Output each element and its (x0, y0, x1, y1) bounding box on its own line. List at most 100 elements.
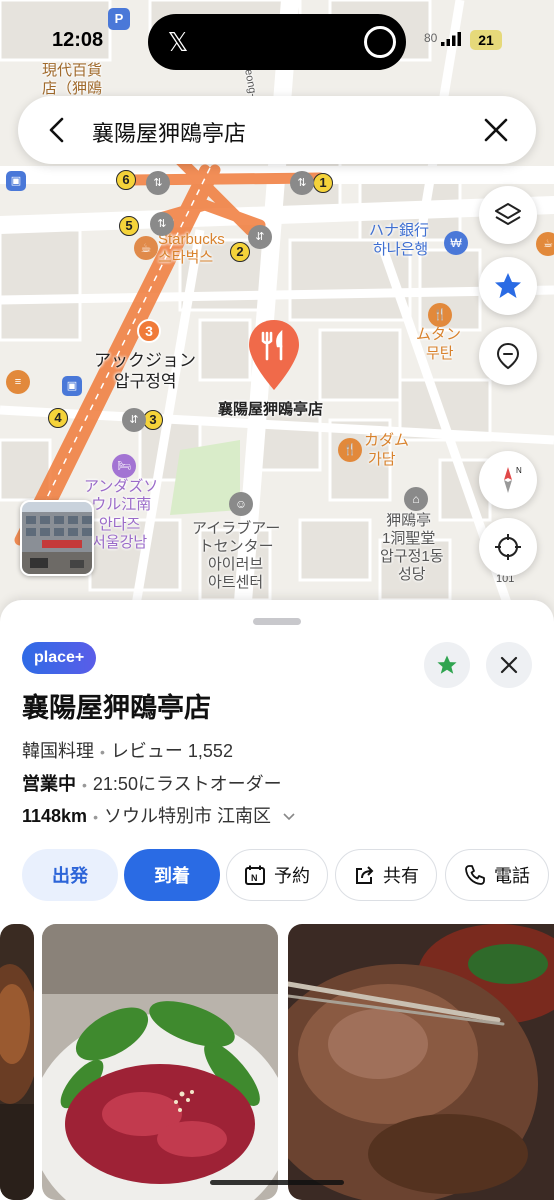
share-button[interactable]: 共有 (335, 849, 437, 901)
map-label-starbucks-ko[interactable]: 스타벅스 (158, 249, 213, 267)
phone-icon (465, 865, 485, 885)
map-view[interactable]: 現代百貨 店（狎鴎 Starbucks 스타벅스 ハナ銀行 하나은행 アックジョ… (0, 0, 554, 640)
place-category: 韓国料理 (22, 741, 94, 761)
elevator-icon: ⇵ (122, 408, 146, 432)
my-location-button[interactable] (479, 518, 537, 576)
depart-button[interactable]: 出発 (22, 849, 118, 901)
church-icon[interactable]: ⌂ (404, 487, 428, 511)
separator-dot: • (100, 744, 105, 760)
place-plus-badge[interactable]: place+ (22, 642, 97, 674)
theater-icon[interactable]: ☺ (229, 492, 253, 516)
food-photo-image (0, 924, 34, 1200)
subway-exit-marker[interactable]: 6 (116, 170, 136, 190)
food-photo-image (288, 924, 554, 1200)
battery-indicator: 21 (470, 30, 502, 50)
x-logo-icon: 𝕏 (167, 27, 189, 57)
street-view-thumbnail[interactable] (20, 500, 94, 576)
activity-ring-icon (364, 26, 396, 58)
close-icon (500, 656, 518, 674)
parking-icon[interactable]: P (108, 8, 130, 30)
address: ソウル特別市 江南区 (103, 806, 271, 826)
subway-line-marker[interactable]: 3 (137, 319, 161, 343)
escalator-icon: ⇅ (146, 171, 170, 195)
category-review-line: 韓国料理 • レビュー 1,552 (22, 737, 233, 763)
map-label-kadamu-ko[interactable]: 가담 (368, 451, 396, 469)
layers-button[interactable] (479, 186, 537, 244)
separator-dot: • (82, 777, 87, 793)
last-order-time: 21:50にラストオーダー (92, 774, 282, 794)
chevron-down-icon[interactable] (282, 812, 296, 822)
dynamic-island[interactable]: 𝕏 (148, 14, 406, 70)
place-photo[interactable] (42, 924, 278, 1200)
clear-search-icon[interactable] (480, 114, 512, 146)
star-icon (495, 273, 521, 298)
map-label-pin-name[interactable]: 襄陽屋狎鴎亭店 (218, 401, 323, 419)
sheet-grabber[interactable] (253, 618, 301, 625)
subway-exit-marker[interactable]: 1 (313, 173, 333, 193)
signal-text: 80 (424, 31, 438, 45)
map-label-station-ko[interactable]: 압구정역 (114, 373, 177, 391)
call-button[interactable]: 電話 (445, 849, 549, 901)
food-photo-image (42, 924, 278, 1200)
distance-address-line[interactable]: 1148km • ソウル特別市 江南区 (22, 802, 296, 828)
status-time: 12:08 (52, 29, 104, 51)
escalator-icon: ⇅ (150, 212, 174, 236)
map-label-kadamu-ja[interactable]: カダム (364, 432, 409, 450)
reserve-button[interactable]: N 予約 (226, 849, 328, 901)
map-label-andaz-ja[interactable]: アンダズソ ウル江南 (84, 478, 158, 514)
place-pin-icon[interactable] (246, 318, 302, 392)
restaurant-icon[interactable]: 🍴 (428, 303, 452, 327)
map-label-mutan-ko[interactable]: 무탄 (426, 345, 454, 363)
depart-label: 出発 (52, 866, 88, 886)
cafe-icon[interactable]: ☕ (134, 236, 158, 260)
map-label-art-center-ja[interactable]: アイラブアー トセンター (192, 520, 280, 556)
map-label-art-center-ko[interactable]: 아이러브 아트센터 (208, 556, 263, 592)
restaurant-icon[interactable]: 🍴 (338, 438, 362, 462)
map-label-hana-bank-ja[interactable]: ハナ銀行 (369, 222, 429, 240)
subway-exit-marker[interactable]: 5 (119, 216, 139, 236)
place-photo[interactable] (288, 924, 554, 1200)
street-view-image (22, 502, 92, 574)
place-photo[interactable] (0, 924, 34, 1200)
elevator-icon: ⇵ (248, 225, 272, 249)
subway-exit-marker[interactable]: 4 (48, 408, 68, 428)
search-bar[interactable]: 襄陽屋狎鴎亭店 (18, 96, 536, 164)
cafe-icon[interactable]: ☕ (536, 232, 554, 256)
bus-stop-icon[interactable]: ▣ (6, 171, 26, 191)
arrive-button[interactable]: 到着 (124, 849, 220, 901)
distance: 1148km (22, 806, 88, 826)
bus-stop-icon[interactable]: ▣ (62, 376, 82, 396)
restaurant-icon[interactable]: ≡ (6, 370, 30, 394)
call-label: 電話 (494, 866, 530, 886)
separator-dot: • (93, 809, 98, 825)
map-label-station-ja[interactable]: アックジョン (94, 352, 196, 370)
review-count[interactable]: レビュー 1,552 (111, 741, 233, 761)
hours-line[interactable]: 営業中 • 21:50にラストオーダー (22, 770, 282, 796)
hotel-icon[interactable]: 🛏 (112, 454, 136, 478)
map-label-church-ko[interactable]: 압구정1동 성당 (380, 548, 444, 584)
map-label-hana-bank-ko[interactable]: 하나은행 (373, 241, 428, 259)
share-label: 共有 (383, 866, 419, 886)
subway-exit-marker[interactable]: 2 (230, 242, 250, 262)
search-query-text[interactable]: 襄陽屋狎鴎亭店 (92, 116, 246, 148)
home-indicator[interactable] (210, 1180, 344, 1185)
location-pin-icon (496, 342, 520, 370)
close-sheet-button[interactable] (486, 642, 532, 688)
map-label-church-ja[interactable]: 狎鴎亭 1洞聖堂 (382, 512, 435, 548)
arrive-label: 到着 (154, 866, 190, 886)
map-label-department-store[interactable]: 現代百貨 店（狎鴎 (42, 62, 102, 98)
subway-exit-marker[interactable]: 3 (143, 410, 163, 430)
app-screen: 現代百貨 店（狎鴎 Starbucks 스타벅스 ハナ銀行 하나은행 アックジョ… (0, 0, 554, 1200)
star-icon (437, 655, 457, 674)
pin-location-button[interactable] (479, 327, 537, 385)
favorites-button[interactable] (479, 257, 537, 315)
compass-button[interactable]: N (479, 451, 537, 509)
bank-icon[interactable]: ₩ (444, 231, 468, 255)
save-favorite-button[interactable] (424, 642, 470, 688)
svg-text:N: N (516, 466, 522, 475)
map-label-andaz-ko[interactable]: 안다즈 서울강남 (92, 516, 147, 552)
back-arrow-icon[interactable] (42, 114, 74, 146)
map-label-mutan-ja[interactable]: ムタン (416, 326, 461, 344)
place-detail-sheet[interactable]: place+ 襄陽屋狎鴎亭店 韓国料理 • レビュー 1,552 営業中 • 21:50… (0, 600, 554, 1200)
escalator-icon: ⇅ (290, 171, 314, 195)
